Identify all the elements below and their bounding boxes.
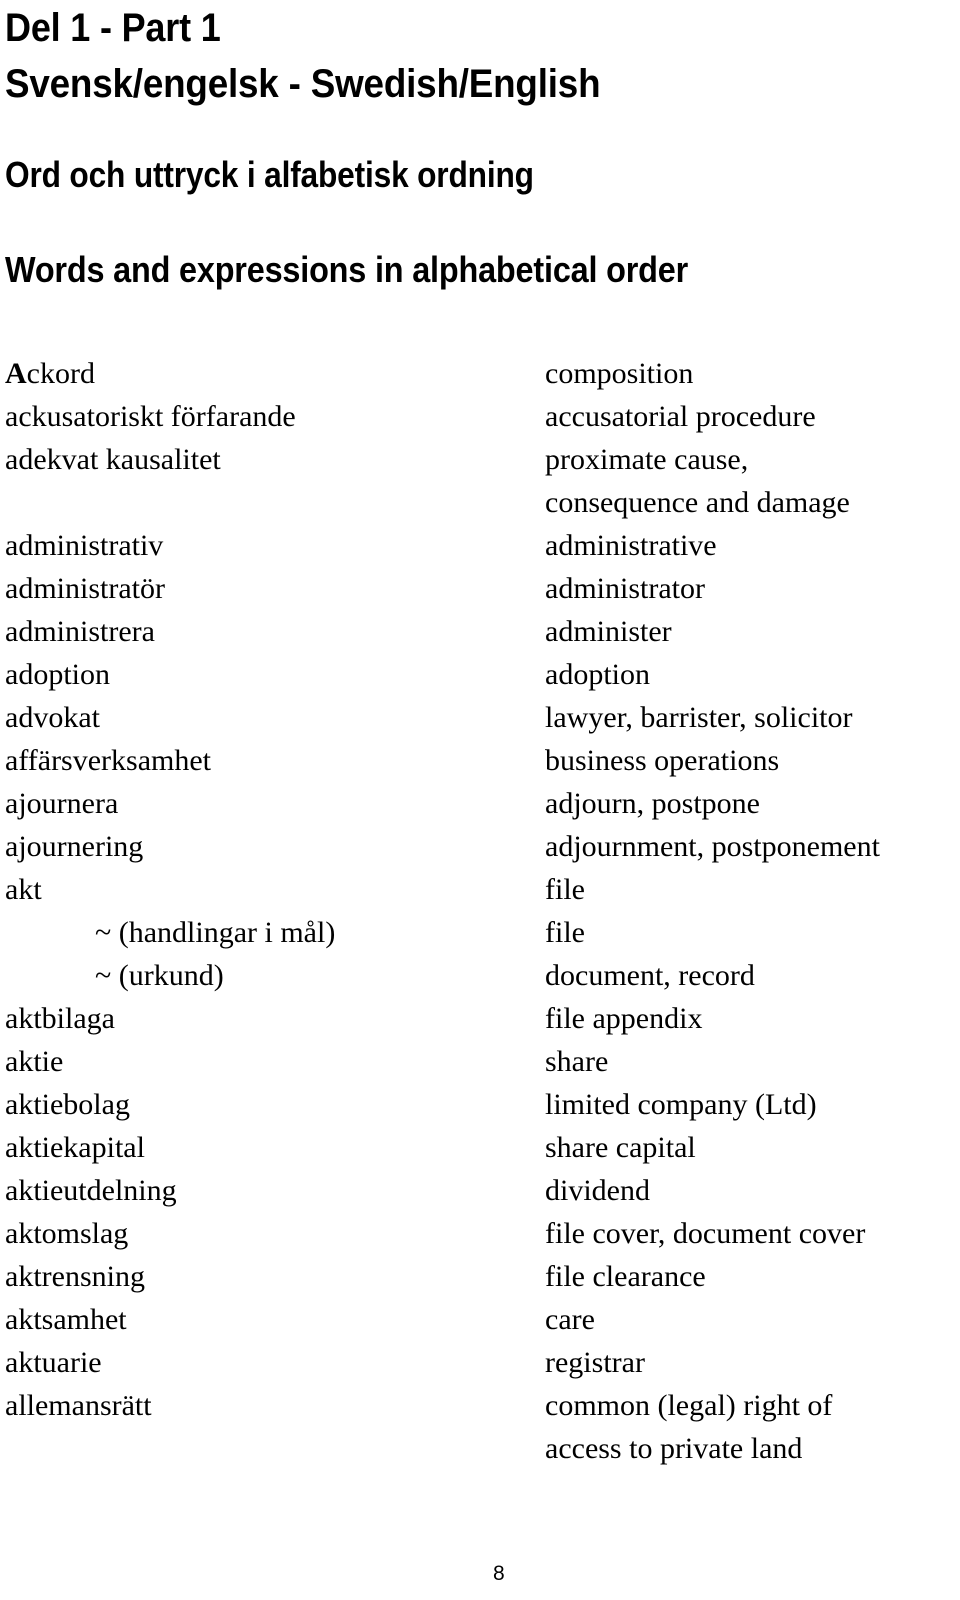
glossary-row: ajournering adjournment, postponement [0,825,960,868]
glossary-term-english: dividend [545,1174,650,1207]
glossary-term-english: administer [545,615,672,648]
glossary-term-swedish: ackusatoriskt förfarande [5,400,296,433]
glossary-row: allemansrätt common (legal) right of [0,1384,960,1427]
glossary-term-swedish: Ackord [5,352,95,395]
glossary-row: aktie share [0,1040,960,1083]
glossary-term-swedish: aktrensning [5,1260,145,1293]
glossary-term-english: administrator [545,572,705,605]
glossary-term-swedish: aktuarie [5,1346,102,1379]
glossary-term-english: adoption [545,658,650,691]
glossary-term-swedish: administrera [5,615,155,648]
heading-subtitle-swedish: Ord och uttryck i alfabetisk ordning [5,154,534,195]
glossary-term-swedish: administrativ [5,529,164,562]
glossary-term-swedish: administratör [5,572,165,605]
glossary-row: aktrensning file clearance [0,1255,960,1298]
glossary-row: ajournera adjourn, postpone [0,782,960,825]
glossary-row: administrera administer [0,610,960,653]
glossary-term-english: adjournment, postponement [545,830,880,863]
page-number: 8 [493,1562,505,1585]
glossary-row: aktsamhet care [0,1298,960,1341]
heading-subtitle-english: Words and expressions in alphabetical or… [5,249,689,290]
glossary-row: ackusatoriskt förfarande accusatorial pro… [0,395,960,438]
glossary-term-swedish: aktie [5,1045,64,1078]
glossary-term-english: composition [545,357,694,390]
glossary-term-english: business operations [545,744,780,777]
glossary-row: access to private land [0,1427,960,1470]
glossary-row: ~ (handlingar i mål) file [0,911,960,954]
glossary-row: aktomslag file cover, document cover [0,1212,960,1255]
glossary-term-swedish: akt [5,873,42,906]
glossary-row: aktiebolag limited company (Ltd) [0,1083,960,1126]
glossary-row: ~ (urkund) document, record [0,954,960,997]
glossary-term-english: share capital [545,1131,696,1164]
glossary-term-english: file [545,916,585,949]
glossary-row: adekvat kausalitet proximate cause, [0,438,960,481]
glossary-row: affärsverksamhet business operations [0,739,960,782]
glossary-term-english: share [545,1045,609,1078]
glossary-term-swedish: allemansrätt [5,1389,152,1422]
glossary-term-english: care [545,1303,595,1336]
document-page: Del 1 - Part 1 Svensk/engelsk - Swedish/… [0,0,960,1600]
glossary-row: aktiekapital share capital [0,1126,960,1169]
glossary-term-english: file [545,873,585,906]
glossary-term-english: limited company (Ltd) [545,1088,817,1121]
glossary-term-swedish: affärsverksamhet [5,744,212,777]
glossary-term-swedish: aktomslag [5,1217,129,1250]
glossary-row: consequence and damage [0,481,960,524]
glossary-row: akt file [0,868,960,911]
heading-part: Del 1 - Part 1 [5,6,221,50]
glossary-term-swedish: ajournera [5,787,119,820]
glossary-term-english: file clearance [545,1260,706,1293]
glossary-term-english: document, record [545,959,755,992]
glossary-term-swedish: aktiebolag [5,1088,130,1121]
glossary-term-english: lawyer, barrister, solicitor [545,701,853,734]
glossary-term-english: accusatorial procedure [545,400,816,433]
glossary-term-swedish: adekvat kausalitet [5,443,221,476]
glossary-row: aktieutdelning dividend [0,1169,960,1212]
glossary-row: aktuarie registrar [0,1341,960,1384]
glossary-term-swedish: ~ (urkund) [95,959,224,992]
glossary-row: administrativ administrative [0,524,960,567]
glossary-term-english: administrative [545,529,717,562]
glossary-term-english: file appendix [545,1002,703,1035]
glossary-term-swedish: ajournering [5,830,144,863]
glossary-term-swedish-rest: ckord [26,357,95,390]
glossary-term-english: file cover, document cover [545,1217,866,1250]
glossary-row: Ackord composition [0,352,960,395]
glossary-section-initial: A [5,357,27,390]
glossary-term-swedish: aktsamhet [5,1303,127,1336]
glossary-term-english: consequence and damage [545,486,850,519]
glossary-term-english: common (legal) right of [545,1389,833,1422]
glossary-term-swedish: aktieutdelning [5,1174,177,1207]
glossary-term-english: access to private land [545,1432,803,1465]
glossary-term-swedish: aktbilaga [5,1002,115,1035]
glossary-row: aktbilaga file appendix [0,997,960,1040]
glossary-term-swedish: adoption [5,658,110,691]
glossary-term-english: adjourn, postpone [545,787,760,820]
glossary-table: Ackord composition ackusatoriskt förfarand… [0,352,960,1470]
heading-languages: Svensk/engelsk - Swedish/English [5,62,601,106]
glossary-term-english: registrar [545,1346,645,1379]
glossary-term-swedish: aktiekapital [5,1131,145,1164]
glossary-row: administratör administrator [0,567,960,610]
glossary-row: advokat lawyer, barrister, solicitor [0,696,960,739]
glossary-term-english: proximate cause, [545,443,749,476]
glossary-term-swedish: ~ (handlingar i mål) [95,916,336,949]
glossary-term-swedish: advokat [5,701,100,734]
glossary-row: adoption adoption [0,653,960,696]
